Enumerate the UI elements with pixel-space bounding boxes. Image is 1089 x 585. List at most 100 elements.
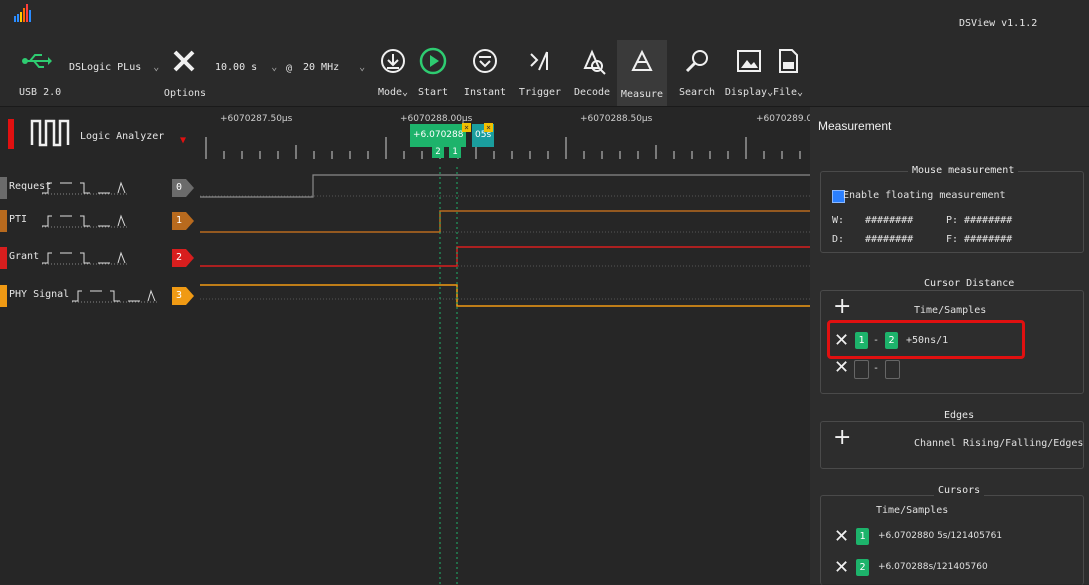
trigger-label: Trigger	[518, 87, 562, 98]
cursor-marker[interactable]: 2	[432, 147, 444, 158]
mode-label: Mode	[377, 87, 403, 98]
trigger-dropdown-icon[interactable]: ▼	[180, 135, 186, 146]
grant-waveform	[200, 246, 810, 267]
channel-name: PTI	[9, 214, 28, 225]
channel-row[interactable]: Grant 2	[0, 247, 200, 269]
sample-rate-select[interactable]: 20 MHz ⌄	[302, 61, 366, 74]
channel-color-swatch	[0, 210, 7, 232]
chevron-down-icon: ⌄	[402, 87, 409, 98]
sample-time-value: 10.00 s	[215, 62, 258, 73]
usb-label: USB 2.0	[19, 87, 62, 98]
channel-name: PHY Signal	[9, 289, 70, 300]
measure-button[interactable]: Measure	[617, 40, 667, 106]
trigger-selector-icons[interactable]	[42, 181, 162, 198]
device-select[interactable]: DSLogic PLus ⌄	[68, 61, 160, 74]
device-select-value: DSLogic PLus	[69, 62, 142, 73]
mode-button[interactable]: Mode⌄	[372, 46, 414, 98]
cursor-flag-time: +6.070288	[413, 130, 464, 140]
waveform-area[interactable]: Logic Analyzer ▼ +6070287.50μs +6070288.…	[0, 107, 813, 584]
channel-number[interactable]: 2	[172, 249, 186, 267]
search-button[interactable]: Search	[676, 46, 718, 98]
remove-cursor-button[interactable]: ✕	[834, 528, 849, 546]
file-label: File	[772, 87, 798, 98]
remove-distance-button[interactable]: ✕	[834, 359, 849, 377]
ruler-label: +6070289.0	[756, 114, 813, 124]
w-value: ########	[865, 215, 914, 226]
close-icon[interactable]: ×	[484, 123, 493, 132]
app-logo-icon	[14, 4, 31, 22]
usb-icon	[22, 54, 52, 68]
logic-analyzer-icon	[30, 119, 70, 147]
column-header: Time/Samples	[914, 305, 987, 316]
column-header: Channel	[914, 438, 957, 449]
cursor-badge-empty[interactable]	[885, 360, 900, 379]
group-title: Mouse measurement	[908, 165, 1019, 176]
waveform-canvas[interactable]	[200, 167, 810, 584]
channel-number[interactable]: 1	[172, 212, 186, 230]
group-title: Cursor Distance	[920, 278, 1019, 289]
f-label: F:	[946, 234, 959, 245]
chevron-down-icon: ⌄	[797, 87, 804, 98]
channel-row[interactable]: PTI 1	[0, 210, 200, 232]
start-button[interactable]: Start	[415, 46, 451, 98]
separator: -	[873, 363, 880, 374]
channel-arrow-icon	[186, 179, 194, 197]
measurement-panel: Measurement Mouse measurement Enable flo…	[810, 107, 1089, 585]
w-label: W:	[832, 215, 845, 226]
request-waveform	[200, 174, 810, 198]
options-button[interactable]: Options	[160, 48, 210, 99]
cursor-marker[interactable]: 1	[449, 147, 461, 158]
group-title: Edges	[940, 410, 979, 421]
d-label: D:	[832, 234, 845, 245]
search-icon	[685, 50, 708, 73]
trigger-icon	[530, 51, 548, 71]
measure-label: Measure	[620, 89, 664, 100]
wrench-screwdriver-icon	[173, 50, 195, 72]
display-label: Display	[724, 87, 768, 98]
play-circle-icon	[419, 47, 447, 75]
sample-rate-value: 20 MHz	[303, 62, 340, 73]
f-value: ########	[964, 234, 1013, 245]
cursor-badge[interactable]: 1	[856, 528, 869, 545]
trigger-button[interactable]: Trigger	[516, 46, 564, 98]
measure-icon	[631, 49, 653, 71]
decode-button[interactable]: Decode	[570, 46, 614, 98]
d-value: ########	[865, 234, 914, 245]
cursor-badge[interactable]: 2	[885, 332, 898, 349]
title-bar: DSView v1.1.2	[0, 0, 1089, 40]
cursor-badge[interactable]: 1	[855, 332, 868, 349]
start-label: Start	[417, 87, 449, 98]
instant-circle-icon	[473, 49, 497, 73]
channel-number[interactable]: 3	[172, 287, 186, 305]
sample-time-select[interactable]: 10.00 s ⌄	[214, 61, 278, 74]
at-symbol: @	[286, 63, 293, 74]
file-button[interactable]: File⌄	[770, 46, 806, 98]
download-circle-icon	[381, 49, 405, 73]
channel-row[interactable]: Request 0	[0, 177, 200, 199]
options-label: Options	[163, 88, 207, 99]
cursor-badge[interactable]: 2	[856, 559, 869, 576]
add-cursor-distance-button[interactable]: +	[833, 296, 851, 318]
pti-waveform	[200, 210, 810, 233]
display-button[interactable]: Display⌄	[724, 46, 773, 98]
decode-icon	[583, 49, 606, 75]
decode-label: Decode	[573, 87, 611, 98]
channel-color-swatch	[0, 247, 7, 269]
instant-label: Instant	[463, 87, 507, 98]
cursor-time-flag[interactable]: +6.070288	[410, 124, 467, 147]
remove-cursor-button[interactable]: ✕	[834, 559, 849, 577]
trigger-selector-icons[interactable]	[42, 251, 162, 268]
remove-distance-button[interactable]: ✕	[834, 332, 849, 350]
channel-row[interactable]: PHY Signal 3	[0, 285, 200, 307]
instant-button[interactable]: Instant	[460, 46, 510, 98]
trigger-selector-icons[interactable]	[42, 214, 162, 231]
channel-number[interactable]: 0	[172, 179, 186, 197]
ruler-label: +6070287.50μs	[220, 114, 293, 124]
panel-title: Measurement	[818, 119, 892, 133]
chevron-down-icon: ⌄	[153, 62, 160, 73]
cursor-value: +6.070288s/121405760	[878, 562, 988, 572]
cursor-badge-empty[interactable]	[854, 360, 869, 379]
group-title: Cursors	[934, 485, 985, 496]
close-icon[interactable]: ×	[462, 123, 471, 132]
add-edge-button[interactable]: +	[833, 427, 851, 449]
